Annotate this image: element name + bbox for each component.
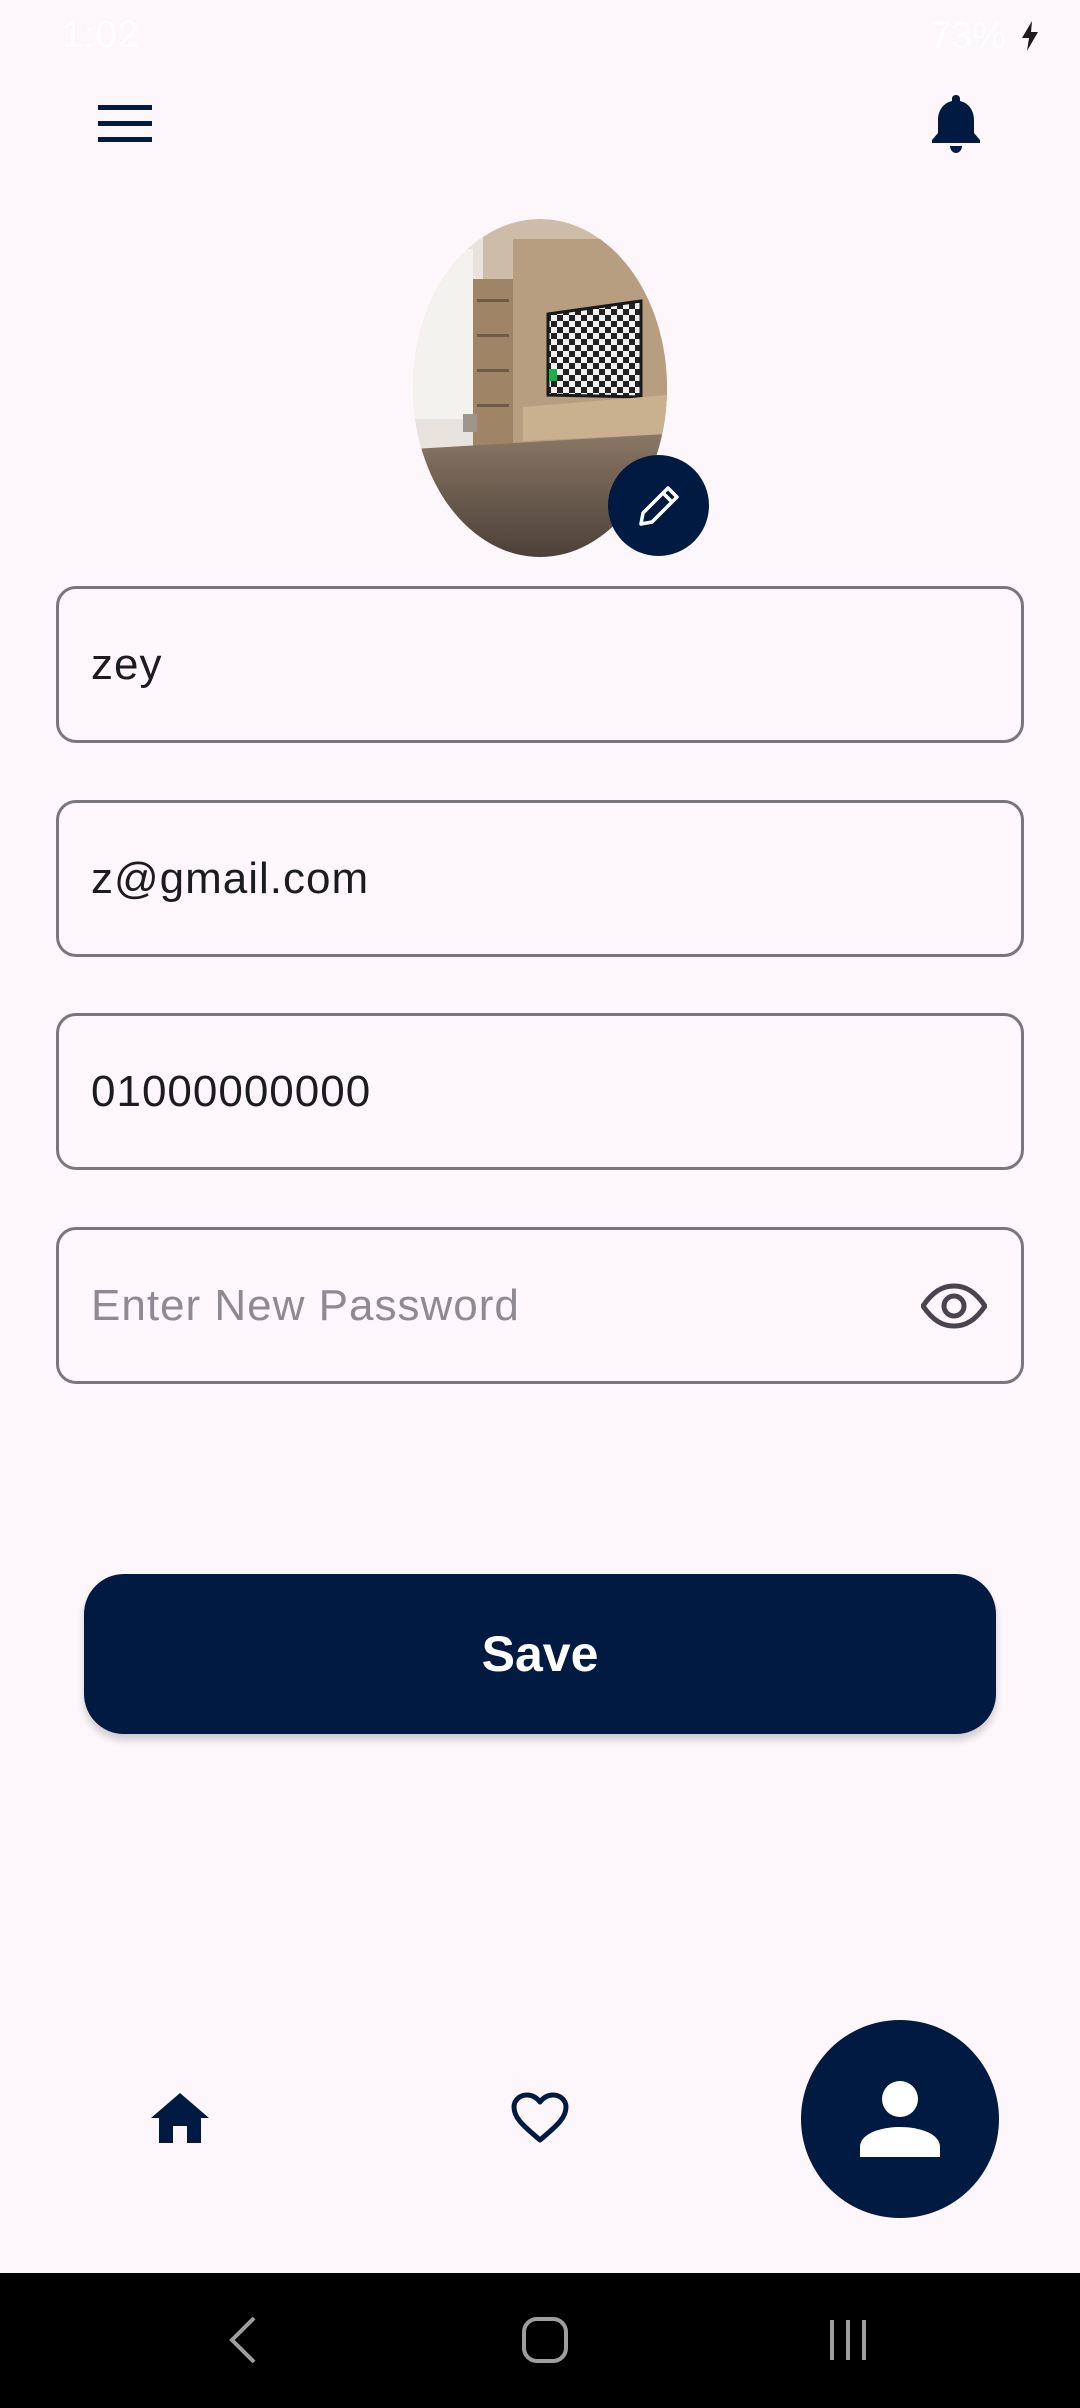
name-field[interactable]: zey xyxy=(56,586,1024,743)
nav-profile-button[interactable] xyxy=(801,2020,999,2218)
save-button[interactable]: Save xyxy=(84,1574,996,1734)
bell-icon xyxy=(932,95,980,153)
new-password-field[interactable]: Enter New Password xyxy=(56,1227,1024,1384)
system-home-button[interactable] xyxy=(500,2303,590,2377)
status-bar: 1:02 73% xyxy=(0,0,1080,72)
pencil-icon xyxy=(638,485,679,526)
edit-avatar-button[interactable] xyxy=(608,455,709,556)
nav-favorites-button[interactable] xyxy=(506,2086,574,2150)
hamburger-menu-icon xyxy=(98,105,152,142)
charging-icon xyxy=(1022,21,1038,51)
system-back-button[interactable] xyxy=(198,2303,288,2377)
status-indicators: 73% xyxy=(930,14,1040,58)
password-placeholder: Enter New Password xyxy=(91,1280,520,1330)
heart-icon xyxy=(511,2092,569,2143)
nav-home-button[interactable] xyxy=(144,2086,216,2150)
menu-button[interactable] xyxy=(82,92,168,156)
system-navigation-bar xyxy=(0,2273,1080,2408)
email-field[interactable]: z@gmail.com xyxy=(56,800,1024,957)
person-icon xyxy=(860,2081,940,2157)
back-chevron-icon xyxy=(229,2316,256,2364)
eye-icon[interactable] xyxy=(921,1282,987,1329)
notifications-button[interactable] xyxy=(918,84,994,164)
name-field-value: zey xyxy=(91,639,163,689)
battery-level: 73% xyxy=(929,14,1006,57)
recents-icon xyxy=(830,2320,866,2360)
phone-field[interactable]: 01000000000 xyxy=(56,1013,1024,1170)
system-recents-button[interactable] xyxy=(803,2303,893,2377)
phone-field-value: 01000000000 xyxy=(91,1066,372,1116)
home-square-icon xyxy=(522,2317,568,2363)
email-field-value: z@gmail.com xyxy=(91,853,370,903)
home-icon xyxy=(151,2093,209,2143)
status-time: 1:02 xyxy=(62,14,140,56)
